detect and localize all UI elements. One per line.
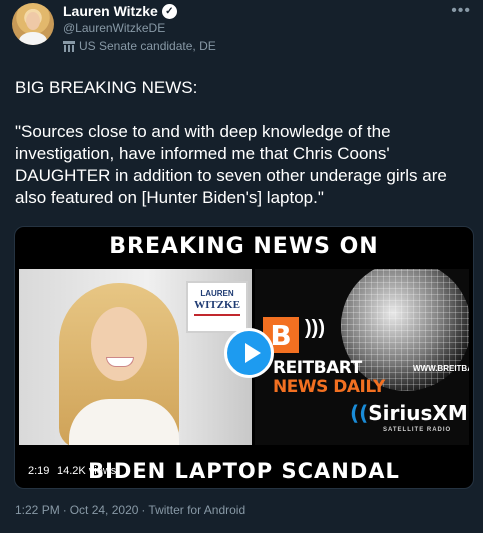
- brand-line1: REITBART: [273, 358, 362, 378]
- play-icon: [245, 343, 261, 363]
- meta-separator: ·: [141, 503, 146, 517]
- author-label: US Senate candidate, DE: [63, 39, 216, 53]
- author-label-text: US Senate candidate, DE: [79, 39, 216, 53]
- tweet-time[interactable]: 1:22 PM: [15, 503, 60, 517]
- verified-badge-icon: ✓: [161, 3, 177, 19]
- avatar-shoulders: [19, 32, 47, 45]
- play-button[interactable]: [224, 328, 274, 378]
- video-view-count: 14.2K views: [57, 465, 117, 477]
- brand-line2: NEWS DAILY: [273, 377, 385, 397]
- photo-face: [91, 307, 147, 381]
- campaign-sign: LAUREN WITZKE: [186, 281, 248, 333]
- author-name[interactable]: Lauren Witzke: [63, 3, 158, 19]
- radio-wave-icon: ((: [350, 401, 369, 425]
- author-handle[interactable]: @LaurenWitzkeDE: [63, 21, 165, 35]
- radio-wave-icon-right: )): [468, 401, 469, 425]
- tweet-date[interactable]: Oct 24, 2020: [70, 503, 139, 517]
- tweet-client[interactable]: Twitter for Android: [148, 503, 245, 517]
- site-url: WWW.BREITBART.COM: [413, 364, 469, 373]
- government-building-icon: [63, 40, 75, 52]
- video-duration: 2:19: [28, 465, 50, 477]
- author-name-row[interactable]: Lauren Witzke ✓: [63, 3, 177, 19]
- radio-logo-text: SiriusXM: [368, 401, 468, 425]
- video-player[interactable]: BREAKING NEWS ON LAUREN WITZKE B ))) REI…: [14, 226, 474, 489]
- candidate-photo: LAUREN WITZKE: [19, 269, 252, 445]
- tweet-text-body: "Sources close to and with deep knowledg…: [15, 122, 447, 207]
- broadcast-signal-icon: ))): [305, 317, 325, 339]
- avatar-face: [26, 12, 40, 30]
- tweet-metadata: 1:22 PM · Oct 24, 2020 · Twitter for Android: [15, 503, 245, 517]
- meta-separator: ·: [62, 503, 67, 517]
- campaign-sign-stripe: [194, 314, 240, 316]
- radio-subtitle: SATELLITE RADIO: [383, 427, 452, 433]
- siriusxm-logo: ((SiriusXM)): [350, 401, 469, 425]
- podcast-promo-panel: B ))) REITBART NEWS DAILY WWW.BREITBART.…: [255, 269, 469, 445]
- author-avatar[interactable]: [12, 3, 54, 45]
- video-banner-top: BREAKING NEWS ON: [109, 234, 379, 259]
- more-options-icon[interactable]: •••: [451, 2, 471, 20]
- campaign-sign-line1: LAUREN: [200, 289, 234, 298]
- campaign-sign-line2: WITZKE: [194, 299, 240, 311]
- photo-blouse: [69, 399, 179, 445]
- tweet-text-headline: BIG BREAKING NEWS:: [15, 78, 198, 97]
